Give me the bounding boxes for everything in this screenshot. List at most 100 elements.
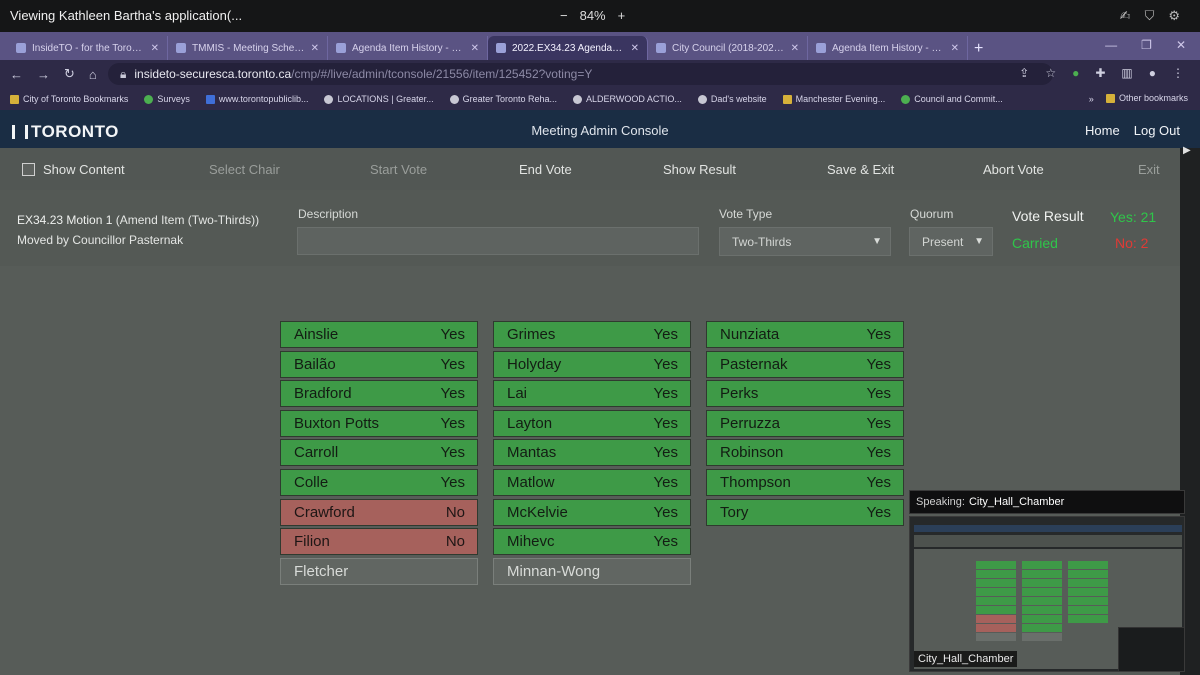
address-bar[interactable]: 🔒︎ insideto-securesca.toronto.ca/cmp/#/l… bbox=[108, 63, 1053, 85]
select-chair-button[interactable]: Select Chair bbox=[209, 162, 280, 177]
councillor-vote-row[interactable]: Ainslie Yes bbox=[280, 321, 478, 348]
bookmark-item[interactable]: www.torontopubliclib... bbox=[205, 94, 308, 104]
reload-icon[interactable]: ↻ bbox=[64, 66, 75, 82]
chevron-down-icon: ▼ bbox=[872, 236, 882, 247]
profile-icon[interactable]: ● bbox=[1149, 66, 1156, 80]
end-vote-button[interactable]: End Vote bbox=[519, 162, 572, 177]
logout-link[interactable]: Log Out bbox=[1134, 123, 1180, 138]
new-tab-plus-icon[interactable]: + bbox=[974, 40, 983, 58]
councillor-vote-row[interactable]: Pasternak Yes bbox=[706, 350, 904, 378]
start-vote-button[interactable]: Start Vote bbox=[370, 162, 427, 177]
councillor-vote-row[interactable]: Crawford No bbox=[280, 498, 478, 526]
forward-arrow-icon[interactable]: → bbox=[37, 67, 50, 82]
tab-close-icon[interactable]: ✕ bbox=[791, 43, 799, 54]
councillor-vote-row[interactable]: Nunziata Yes bbox=[706, 321, 904, 348]
councillor-vote-row[interactable]: Lai Yes bbox=[493, 380, 691, 408]
star-icon[interactable]: ☆ bbox=[1045, 66, 1056, 80]
video-thumbnail[interactable]: City_Hall_Chamber bbox=[909, 516, 1185, 672]
councillor-vote-row[interactable]: Matlow Yes bbox=[493, 468, 691, 496]
share-icon[interactable]: ⇪ bbox=[1019, 66, 1029, 80]
councillor-vote-row[interactable]: Perks Yes bbox=[706, 380, 904, 408]
councillor-vote-row[interactable]: Layton Yes bbox=[493, 409, 691, 437]
yes-count: Yes: 21 bbox=[1110, 209, 1157, 225]
scroll-arrow-icon[interactable]: ▶ bbox=[1183, 145, 1191, 156]
councillor-vote-row[interactable]: Tory Yes bbox=[706, 498, 904, 526]
councillor-vote-row[interactable]: Mihevc Yes bbox=[493, 528, 691, 556]
bookmark-item[interactable]: Surveys bbox=[144, 94, 190, 104]
browser-tab[interactable]: TMMIS - Meeting Schedule ✕ bbox=[168, 36, 328, 60]
bookmark-item[interactable]: Manchester Evening... bbox=[782, 94, 885, 104]
show-content-checkbox[interactable] bbox=[22, 162, 35, 176]
councillor-vote-row[interactable]: Grimes Yes bbox=[493, 321, 691, 348]
tab-favicon-icon bbox=[336, 43, 346, 53]
thumbnail-vote-column bbox=[976, 561, 1016, 642]
bookmark-item[interactable]: ALDERWOOD ACTIO... bbox=[573, 94, 682, 104]
councillor-vote-row[interactable]: Colle Yes bbox=[280, 468, 478, 496]
tab-favicon-icon bbox=[16, 43, 26, 53]
zoom-out-button[interactable]: − bbox=[560, 8, 568, 23]
zoom-in-button[interactable]: + bbox=[618, 8, 626, 23]
tab-close-icon[interactable]: ✕ bbox=[151, 43, 159, 54]
extension-dot-icon[interactable]: ● bbox=[1072, 66, 1079, 80]
motion-moved-by: Moved by Councillor Pasternak bbox=[17, 233, 184, 247]
back-arrow-icon[interactable]: ← bbox=[10, 67, 23, 82]
quorum-label: Quorum bbox=[910, 207, 954, 221]
sidebar-icon[interactable]: ▥ bbox=[1121, 66, 1132, 80]
motion-title: EX34.23 Motion 1 (Amend Item (Two-Thirds… bbox=[17, 213, 260, 227]
show-result-button[interactable]: Show Result bbox=[663, 162, 736, 177]
bookmark-item[interactable]: Greater Toronto Reha... bbox=[449, 94, 557, 104]
minimize-icon[interactable]: — bbox=[1105, 38, 1117, 52]
bookmark-item[interactable]: Dad's website bbox=[697, 94, 767, 104]
councillor-vote-row[interactable]: McKelvie Yes bbox=[493, 498, 691, 526]
councillor-vote-row[interactable]: Mantas Yes bbox=[493, 439, 691, 467]
tab-close-icon[interactable]: ✕ bbox=[311, 43, 319, 54]
annotate-icon[interactable]: ✍ bbox=[1120, 8, 1131, 24]
settings-icon[interactable]: ⚙ bbox=[1168, 8, 1180, 24]
bookmark-item[interactable]: Council and Commit... bbox=[901, 94, 1003, 104]
tab-close-icon[interactable]: ✕ bbox=[951, 43, 959, 54]
other-bookmarks[interactable]: Other bookmarks bbox=[1105, 93, 1188, 103]
councillor-vote-row[interactable]: Thompson Yes bbox=[706, 468, 904, 496]
bookmark-item[interactable]: City of Toronto Bookmarks bbox=[10, 94, 128, 104]
globe-icon bbox=[901, 94, 911, 104]
bookmark-item[interactable]: LOCATIONS | Greater... bbox=[324, 94, 434, 104]
shield-icon[interactable]: ⛉ bbox=[1145, 8, 1155, 24]
browser-tab[interactable]: InsideTO - for the Toronto P...✕ bbox=[8, 36, 168, 60]
puzzle-icon[interactable]: ✚ bbox=[1095, 66, 1105, 80]
close-window-icon[interactable]: ✕ bbox=[1176, 38, 1186, 52]
browser-tab[interactable]: City Council (2018-2022) - ✕ bbox=[648, 36, 808, 60]
councillor-vote-row[interactable]: Buxton Potts Yes bbox=[280, 409, 478, 437]
tab-close-icon[interactable]: ✕ bbox=[471, 43, 479, 54]
tab-close-icon[interactable]: ✕ bbox=[631, 43, 639, 54]
councillor-vote-row[interactable]: Robinson Yes bbox=[706, 439, 904, 467]
thumbnail-vote-column bbox=[1022, 561, 1062, 642]
home-link[interactable]: Home bbox=[1085, 123, 1120, 138]
browser-tab[interactable]: Agenda Item History - 2022...✕ bbox=[808, 36, 968, 60]
kebab-menu-icon[interactable]: ⋮ bbox=[1172, 66, 1184, 80]
councillor-vote-row[interactable]: Filion No bbox=[280, 528, 478, 556]
vote-type-label: Vote Type bbox=[719, 207, 773, 221]
councillor-vote-row[interactable]: Carroll Yes bbox=[280, 439, 478, 467]
description-input[interactable] bbox=[297, 227, 699, 255]
save-exit-button[interactable]: Save & Exit bbox=[827, 162, 894, 177]
vote-type-select[interactable]: Two-Thirds ▼ bbox=[719, 227, 891, 256]
show-content-toggle[interactable]: Show Content bbox=[22, 162, 192, 177]
councillor-vote-row[interactable]: Holyday Yes bbox=[493, 350, 691, 378]
header-links: Home Log Out bbox=[1085, 123, 1180, 138]
link-icon bbox=[324, 94, 334, 104]
home-icon[interactable]: ⌂ bbox=[89, 67, 97, 82]
browser-tab[interactable]: Agenda Item History - 2022...✕ bbox=[328, 36, 488, 60]
browser-tab-active[interactable]: 2022.EX34.23 Agenda Item...✕ bbox=[488, 36, 648, 60]
restore-icon[interactable]: ❐ bbox=[1141, 38, 1152, 52]
bookmarks-overflow[interactable]: » bbox=[1089, 94, 1094, 104]
councillor-vote-row[interactable]: Minnan-Wong bbox=[493, 557, 691, 585]
exit-button[interactable]: Exit bbox=[1138, 162, 1160, 177]
vote-column-1: Ainslie Yes Bailão Yes Bradford Yes Buxton … bbox=[280, 321, 478, 587]
tab-favicon-icon bbox=[496, 43, 506, 53]
abort-vote-button[interactable]: Abort Vote bbox=[983, 162, 1044, 177]
councillor-vote-row[interactable]: Fletcher bbox=[280, 557, 478, 585]
councillor-vote-row[interactable]: Bradford Yes bbox=[280, 380, 478, 408]
councillor-vote-row[interactable]: Bailão Yes bbox=[280, 350, 478, 378]
councillor-vote-row[interactable]: Perruzza Yes bbox=[706, 409, 904, 437]
quorum-select[interactable]: Present ▼ bbox=[909, 227, 993, 256]
